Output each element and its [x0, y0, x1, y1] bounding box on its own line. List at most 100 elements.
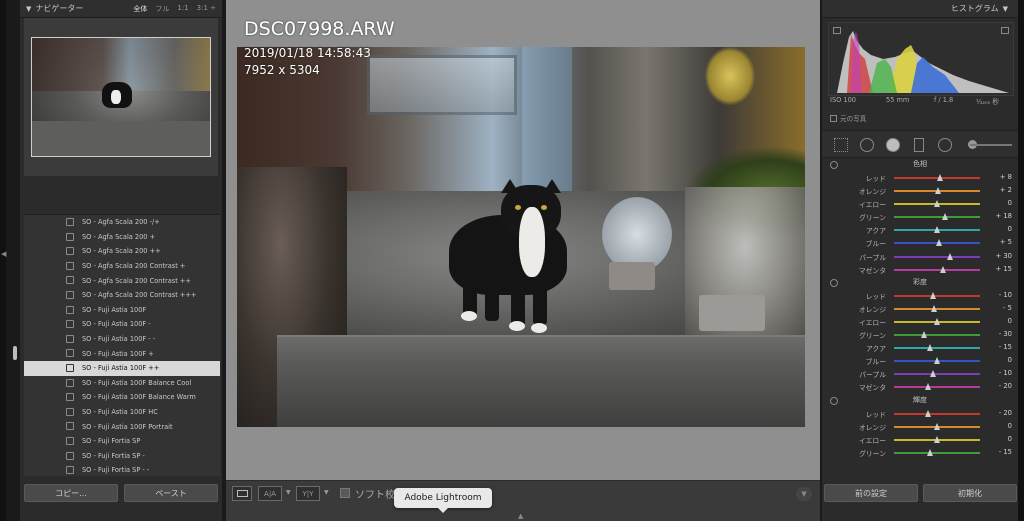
nav-option-fit[interactable]: 全体: [133, 4, 147, 14]
preset-item[interactable]: SO - Fuji Astia 100F: [24, 303, 220, 318]
preset-item[interactable]: SO - Fuji Fortia SP - -: [24, 463, 220, 476]
slider-track[interactable]: [894, 412, 980, 415]
slider-value[interactable]: 0: [1008, 435, 1012, 443]
slider-knob[interactable]: [934, 317, 940, 325]
slider-value[interactable]: + 5: [1000, 238, 1012, 246]
radial-filter-icon[interactable]: [938, 138, 952, 152]
slider-value[interactable]: 0: [1008, 422, 1012, 430]
preset-item[interactable]: SO - Fuji Astia 100F ++: [24, 360, 220, 376]
hsl-slider-row[interactable]: レッド - 10: [822, 289, 1018, 302]
slider-track[interactable]: [894, 334, 980, 337]
preset-item[interactable]: SO - Fuji Astia 100F - -: [24, 332, 220, 347]
targeted-adjustment-icon[interactable]: [830, 161, 838, 169]
left-edge-handle[interactable]: ◀: [0, 0, 6, 521]
preset-item[interactable]: SO - Fuji Fortia SP -: [24, 449, 220, 464]
slider-knob[interactable]: [934, 435, 940, 443]
slider-track[interactable]: [894, 451, 980, 454]
softproof-checkbox[interactable]: [340, 488, 350, 498]
original-photo-checkbox[interactable]: [830, 114, 837, 122]
highlight-clipping-icon[interactable]: [1001, 27, 1009, 34]
slider-knob[interactable]: [934, 200, 940, 208]
slider-value[interactable]: 0: [1008, 356, 1012, 364]
slider-knob[interactable]: [946, 252, 953, 260]
slider-knob[interactable]: [934, 187, 941, 195]
preset-item[interactable]: SO - Agfa Scala 200 Contrast +: [24, 259, 220, 274]
hsl-slider-row[interactable]: オレンジ - 5: [822, 302, 1018, 315]
filmstrip-toggle-icon[interactable]: ▲: [518, 512, 523, 520]
hsl-slider-row[interactable]: アクア - 15: [822, 341, 1018, 354]
hsl-section-saturation[interactable]: 彩度: [822, 276, 1018, 289]
right-edge-handle[interactable]: [1018, 0, 1024, 521]
yy-dropdown-icon[interactable]: ▼: [324, 489, 329, 496]
slider-value[interactable]: 0: [1008, 225, 1012, 233]
hsl-slider-row[interactable]: マゼンタ - 20: [822, 380, 1018, 393]
slider-track[interactable]: [894, 294, 980, 297]
paste-button[interactable]: ペースト: [124, 484, 218, 502]
slider-track[interactable]: [894, 216, 980, 219]
hsl-slider-row[interactable]: イエロー 0: [822, 197, 1018, 210]
redeye-tool-icon[interactable]: [886, 138, 900, 152]
targeted-adjustment-icon[interactable]: [830, 396, 838, 405]
main-photo[interactable]: [237, 47, 805, 427]
preset-list[interactable]: SO - Agfa Scala 200 -/+ SO - Agfa Scala 2…: [24, 214, 220, 476]
preset-item[interactable]: SO - Agfa Scala 200 Contrast +++: [24, 288, 220, 303]
hsl-section-hue[interactable]: 色相: [822, 158, 1018, 171]
slider-value[interactable]: - 15: [999, 448, 1012, 456]
navigator-header[interactable]: ▼ ナビゲーター 全体 フル 1:1 3:1 ÷: [20, 0, 222, 18]
preset-item[interactable]: SO - Fuji Fortia SP: [24, 434, 220, 449]
slider-knob[interactable]: [934, 357, 940, 365]
slider-value[interactable]: + 2: [1000, 186, 1012, 194]
slider-value[interactable]: 0: [1008, 199, 1012, 207]
graduated-filter-icon[interactable]: [914, 138, 924, 152]
slider-track[interactable]: [894, 268, 980, 271]
reset-button[interactable]: 初期化: [923, 484, 1017, 502]
hsl-section-luminance[interactable]: 輝度: [822, 394, 1018, 407]
preset-item[interactable]: SO - Agfa Scala 200 Contrast ++: [24, 273, 220, 288]
nav-option-1to1[interactable]: 1:1: [177, 4, 188, 14]
slider-track[interactable]: [894, 386, 980, 389]
slider-value[interactable]: - 10: [999, 291, 1012, 299]
slider-knob[interactable]: [929, 370, 936, 378]
slider-value[interactable]: - 20: [999, 382, 1012, 390]
slider-track[interactable]: [894, 255, 980, 258]
hsl-slider-row[interactable]: ブルー + 5: [822, 236, 1018, 249]
before-after-yy-button[interactable]: Y|Y: [296, 486, 320, 501]
preset-item[interactable]: SO - Fuji Astia 100F Balance Cool: [24, 376, 220, 391]
slider-value[interactable]: + 8: [1000, 173, 1012, 181]
collapse-triangle-icon[interactable]: ▼: [1003, 5, 1008, 13]
slider-value[interactable]: 0: [1008, 317, 1012, 325]
hsl-slider-row[interactable]: ブルー 0: [822, 354, 1018, 367]
hsl-slider-row[interactable]: マゼンタ + 15: [822, 263, 1018, 276]
hsl-slider-row[interactable]: グリーン - 15: [822, 446, 1018, 459]
hsl-slider-row[interactable]: パープル + 30: [822, 250, 1018, 263]
slider-knob[interactable]: [921, 331, 928, 339]
ab-dropdown-icon[interactable]: ▼: [286, 489, 291, 496]
slider-value[interactable]: + 30: [995, 252, 1012, 260]
nav-option-fill[interactable]: フル: [155, 4, 169, 14]
loupe-view-icon[interactable]: [232, 486, 252, 501]
original-photo-toggle[interactable]: 元の写真: [830, 113, 866, 123]
copy-button[interactable]: コピー...: [24, 484, 118, 502]
navigator-preview[interactable]: [24, 18, 218, 176]
histogram-header[interactable]: ヒストグラム ▼: [822, 0, 1018, 18]
tool-slider[interactable]: [970, 144, 1012, 146]
preset-item[interactable]: SO - Agfa Scala 200 ++: [24, 244, 220, 259]
slider-track[interactable]: [894, 373, 980, 376]
hsl-slider-row[interactable]: パープル - 10: [822, 367, 1018, 380]
targeted-adjustment-icon[interactable]: [830, 278, 838, 287]
hsl-slider-row[interactable]: レッド - 20: [822, 407, 1018, 420]
slider-knob[interactable]: [925, 383, 932, 391]
hsl-slider-row[interactable]: グリーン + 18: [822, 210, 1018, 223]
preset-item[interactable]: SO - Fuji Astia 100F -: [24, 317, 220, 332]
slider-value[interactable]: - 30: [999, 330, 1012, 338]
slider-knob[interactable]: [940, 265, 947, 273]
previous-settings-button[interactable]: 前の設定: [824, 484, 918, 502]
slider-knob[interactable]: [927, 448, 934, 456]
slider-value[interactable]: - 20: [999, 409, 1012, 417]
hsl-slider-row[interactable]: オレンジ 0: [822, 420, 1018, 433]
panel-resize-grip[interactable]: [13, 346, 17, 360]
toolbar-menu-icon[interactable]: ▼: [796, 487, 812, 501]
histogram-graph[interactable]: [828, 22, 1014, 96]
collapse-triangle-icon[interactable]: ▼: [26, 5, 31, 13]
hsl-slider-row[interactable]: イエロー 0: [822, 433, 1018, 446]
